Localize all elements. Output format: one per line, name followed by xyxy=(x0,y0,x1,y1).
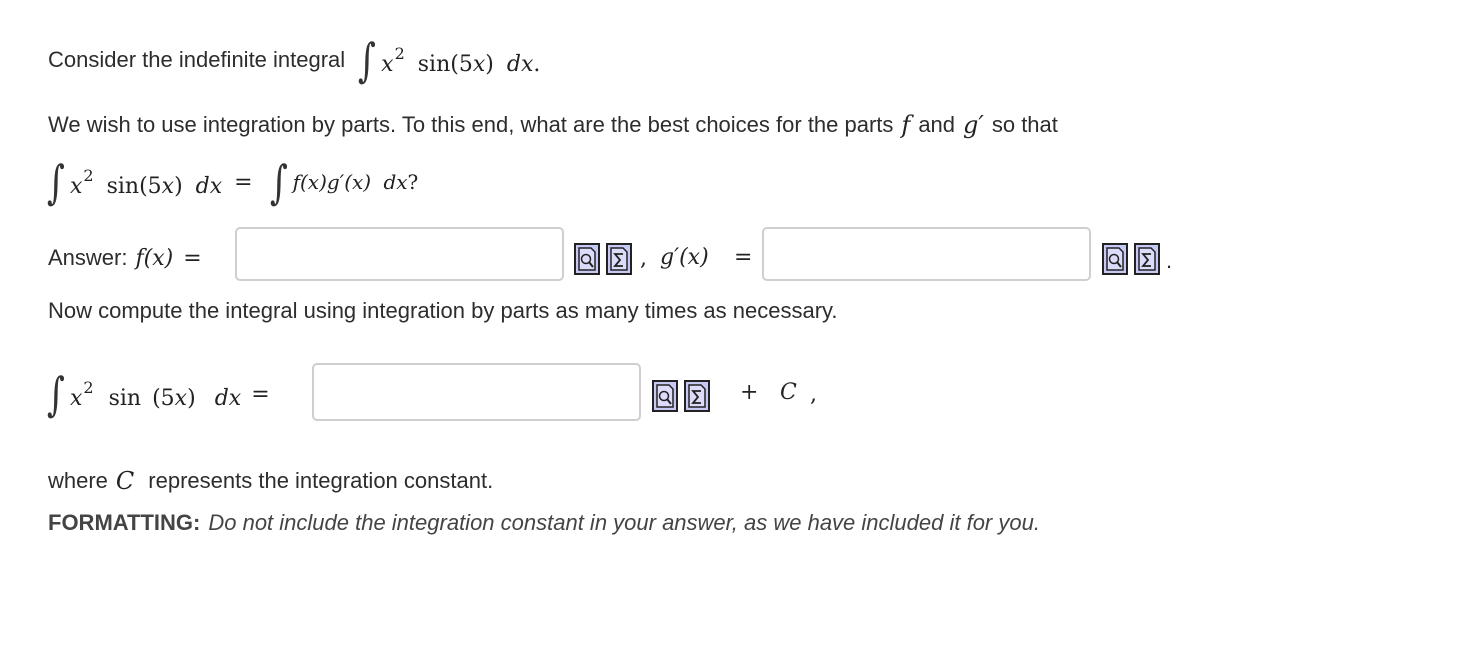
equation-lhs: x2 sin(5x) dx xyxy=(69,165,223,199)
and-text: and xyxy=(918,112,956,137)
compute-instruction-text: Now compute the integral using integrati… xyxy=(48,298,838,323)
plus-sign: + xyxy=(740,380,759,405)
f-symbol: f xyxy=(901,111,911,139)
integral-sign: ∫ xyxy=(46,367,65,421)
comma: , xyxy=(810,382,817,407)
f-of-x-label: f(x) xyxy=(135,245,174,271)
integral-sign: ∫ xyxy=(269,155,288,209)
preview-icon xyxy=(1106,247,1124,271)
formatting-note: FORMATTING: Do not include the integrati… xyxy=(48,506,1040,540)
g-prime-answer-input[interactable] xyxy=(762,227,1091,281)
formatting-label: FORMATTING: xyxy=(48,510,201,535)
equation-editor-button[interactable] xyxy=(684,380,710,412)
integration-constant: C xyxy=(780,380,797,405)
answer-label-row: Answer: f(x) = xyxy=(48,240,202,276)
equation-editor-icon xyxy=(1138,247,1156,271)
constant-note-prefix: where xyxy=(48,468,108,493)
intro-integrand: x2 sin(5x) dx. xyxy=(381,43,541,77)
integral-answer-row: ∫ x2 sin (5x) dx = xyxy=(46,364,270,424)
formatting-text: Do not include the integration constant … xyxy=(208,510,1040,535)
equals-sign: = xyxy=(734,245,753,270)
integral-expression: x2 sin (5x) dx xyxy=(69,377,242,411)
intro-line: Consider the indefinite integral ∫ x2 si… xyxy=(48,34,540,86)
g-prime-symbol: g′ xyxy=(963,111,984,139)
integral-sign: ∫ xyxy=(358,33,377,87)
f-answer-input[interactable] xyxy=(235,227,564,281)
preview-icon xyxy=(578,247,596,271)
preview-button[interactable] xyxy=(652,380,678,412)
answer-row-period: . xyxy=(1166,248,1173,273)
compute-instruction: Now compute the integral using integrati… xyxy=(48,294,838,328)
constant-note: where C represents the integration const… xyxy=(48,464,493,498)
equation-editor-button[interactable] xyxy=(606,243,632,275)
intro-text: Consider the indefinite integral xyxy=(48,47,346,72)
equals-sign: = xyxy=(234,169,253,195)
answer-separator: , xyxy=(640,246,647,271)
answer-label: Answer: xyxy=(48,245,128,270)
preview-button[interactable] xyxy=(1102,243,1128,275)
g-prime-of-x-label: g′(x) xyxy=(660,245,709,270)
equation-editor-icon xyxy=(688,384,706,408)
equals-sign: = xyxy=(251,381,270,407)
so-that-text: so that xyxy=(991,112,1058,137)
preview-button[interactable] xyxy=(574,243,600,275)
constant-note-suffix: represents the integration constant. xyxy=(148,468,494,493)
preview-icon xyxy=(656,384,674,408)
equation-rhs: f(x)g′(x) dx? xyxy=(292,170,419,194)
parts-question-line: We wish to use integration by parts. To … xyxy=(48,108,1058,142)
integral-sign: ∫ xyxy=(46,155,65,209)
integral-answer-input[interactable] xyxy=(312,363,641,421)
constant-symbol: C xyxy=(115,467,135,495)
equation-editor-icon xyxy=(610,247,628,271)
parts-question-text: We wish to use integration by parts. To … xyxy=(48,112,894,137)
equals-sign: = xyxy=(183,245,202,271)
parts-equation: ∫ x2 sin(5x) dx = ∫ f(x)g′(x) dx? xyxy=(46,155,419,209)
equation-editor-button[interactable] xyxy=(1134,243,1160,275)
